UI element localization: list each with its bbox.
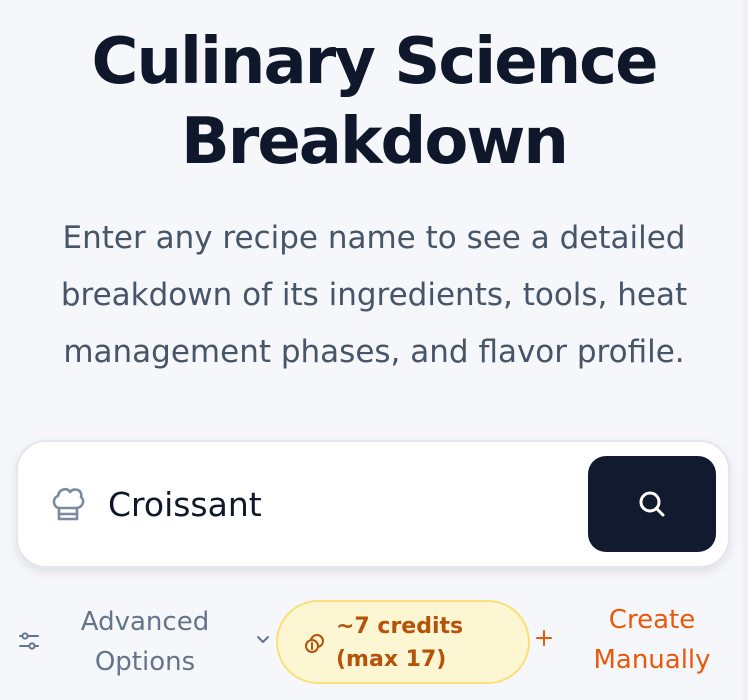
- page-subtitle: Enter any recipe name to see a detailed …: [30, 210, 718, 381]
- page-title-line-1: Culinary Science: [91, 25, 659, 99]
- options-row: Advanced Options ~7 credits (max 17) Cre…: [0, 590, 748, 690]
- recipe-search-input[interactable]: [108, 472, 578, 536]
- credits-line-2: (max 17): [336, 647, 447, 672]
- advanced-options-line-2: Options: [94, 647, 196, 677]
- advanced-options-toggle[interactable]: Advanced Options: [60, 602, 230, 682]
- credits-line-1: ~7 credits: [336, 614, 464, 639]
- page: Culinary Science Breakdown Enter any rec…: [0, 0, 748, 700]
- search-button[interactable]: [588, 456, 716, 552]
- subtitle-line-2: breakdown of its ingredients, tools, hea…: [60, 277, 688, 313]
- credits-badge: ~7 credits (max 17): [276, 600, 530, 684]
- create-manually-line-1: Create: [608, 605, 696, 635]
- coins-icon: [305, 634, 324, 653]
- create-manually-button[interactable]: Create Manually: [570, 600, 734, 680]
- subtitle-line-3: management phases, and flavor profile.: [63, 334, 685, 370]
- credits-estimate: ~7 credits (max 17): [336, 610, 516, 676]
- subtitle-line-1: Enter any recipe name to see a detailed: [62, 220, 686, 256]
- plus-icon: [536, 630, 552, 646]
- page-title: Culinary Science Breakdown: [0, 22, 748, 182]
- search-icon: [639, 491, 665, 517]
- create-manually-line-2: Manually: [593, 645, 711, 675]
- sliders-icon[interactable]: [18, 630, 40, 652]
- chef-hat-icon: [52, 487, 85, 521]
- advanced-options-line-1: Advanced: [80, 607, 210, 637]
- chevron-down-icon[interactable]: [255, 634, 271, 646]
- page-title-line-2: Breakdown: [181, 105, 569, 179]
- recipe-search-bar: [16, 440, 730, 568]
